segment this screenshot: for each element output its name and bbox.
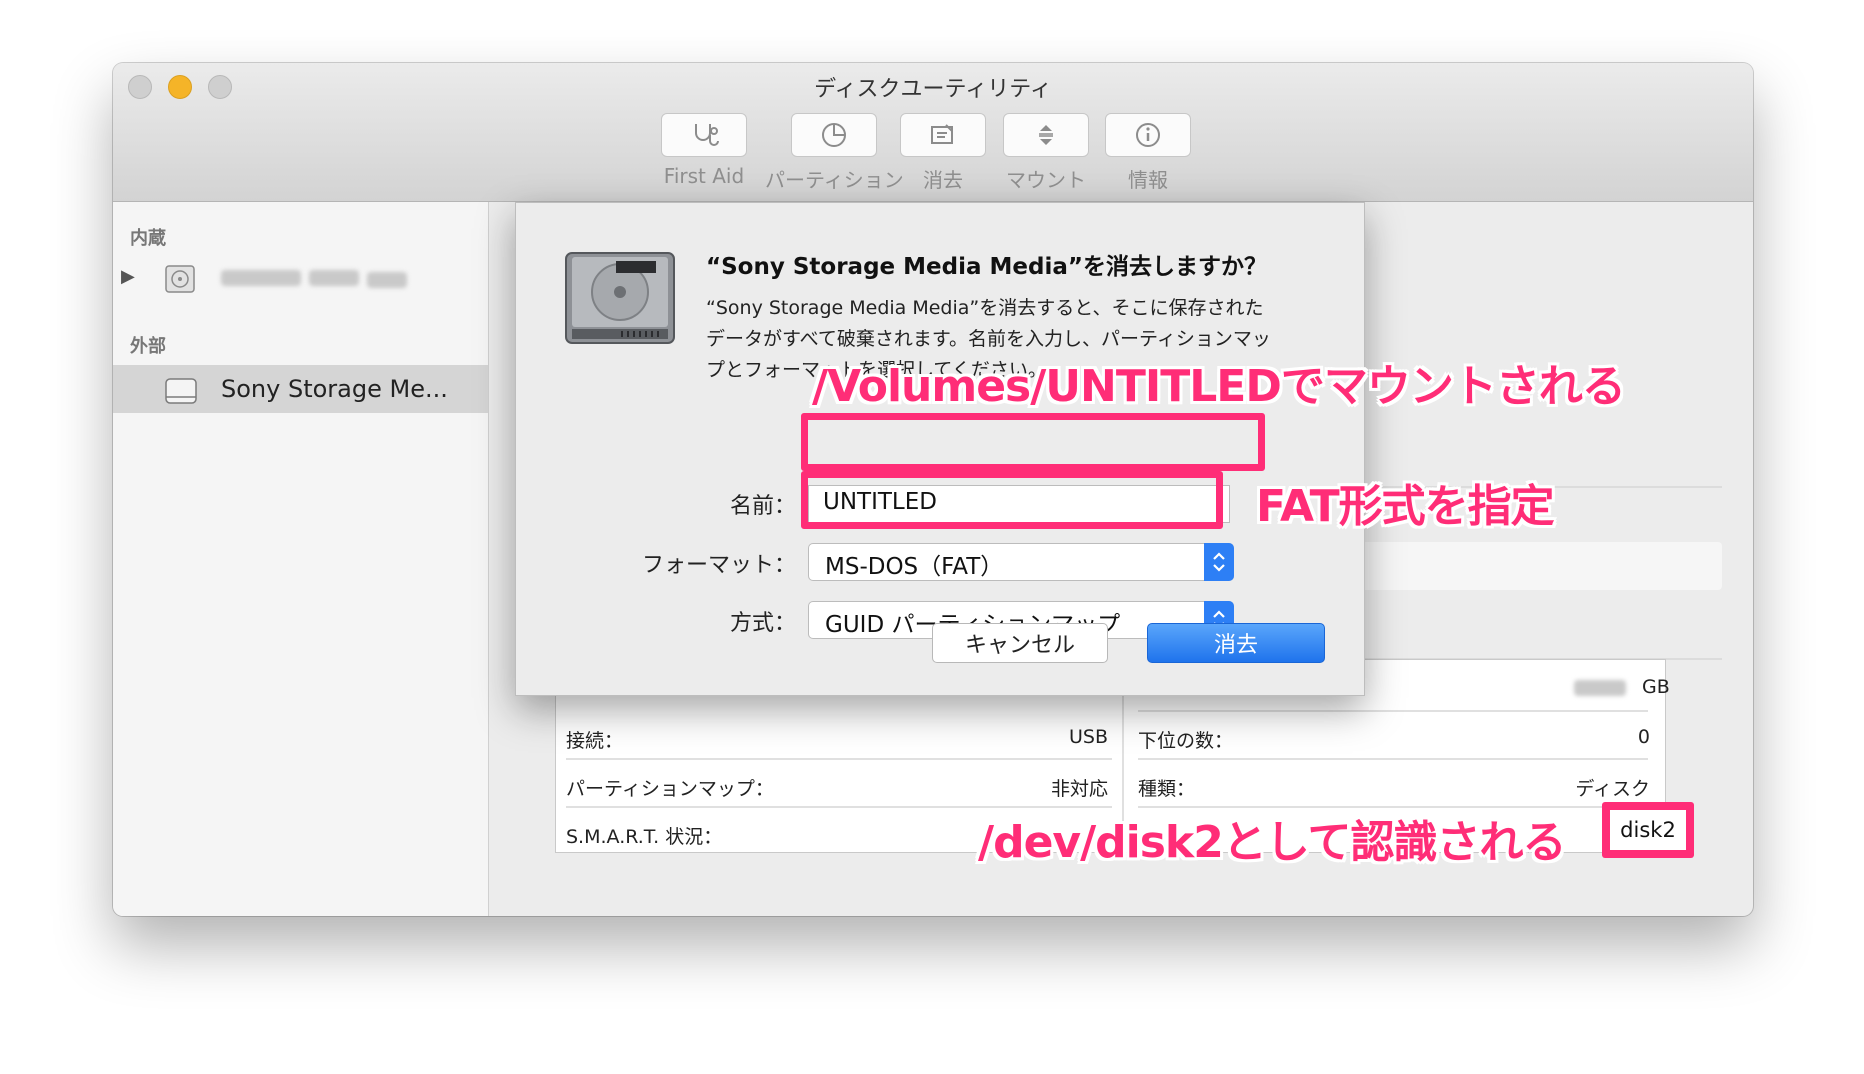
connection-label: 接続：: [566, 730, 624, 752]
redacted-disk-name-3: [367, 272, 407, 288]
sidebar-item-label: Sony Storage Me...: [221, 375, 448, 403]
redacted-disk-name: [221, 270, 301, 286]
info-button[interactable]: [1105, 113, 1191, 157]
toolbar-info[interactable]: 情報: [1105, 113, 1191, 193]
toolbar-mount[interactable]: マウント: [1003, 113, 1089, 193]
name-label: 名前：: [729, 494, 796, 519]
row-divider: [1138, 758, 1648, 760]
first-aid-button[interactable]: [661, 113, 747, 157]
partition-map-label: パーティションマップ：: [566, 778, 774, 800]
redacted-capacity: [1574, 680, 1626, 696]
format-annotation: FAT形式を指定: [1256, 481, 1555, 532]
format-field-highlight: [801, 471, 1223, 529]
device-id-highlight: disk2: [1602, 802, 1694, 858]
toolbar-erase[interactable]: 消去: [900, 113, 986, 193]
type-label: 種類：: [1138, 778, 1196, 800]
pie-chart-icon: [822, 123, 847, 147]
type-value: ディスク: [1575, 778, 1650, 800]
sidebar: 内蔵 ▶ 外部 Sony Storage Me...: [113, 202, 489, 916]
hard-drive-icon: [565, 252, 675, 344]
internal-drive-icon: [165, 265, 195, 293]
erase-button[interactable]: 消去: [1147, 623, 1325, 663]
redacted-disk-name-2: [309, 270, 359, 286]
format-label: フォーマット：: [641, 553, 796, 578]
connection-value: USB: [1068, 726, 1108, 748]
row-divider: [566, 758, 1112, 760]
mount-annotation: /Volumes/UNTITLEDでマウントされる: [812, 361, 1626, 412]
stethoscope-icon: [695, 124, 719, 146]
sidebar-heading-external: 外部: [130, 336, 166, 357]
sidebar-item-internal-disk[interactable]: ▶: [113, 254, 488, 302]
pencil-eraser-icon: [931, 124, 953, 144]
sidebar-item-sony-storage[interactable]: Sony Storage Me...: [113, 365, 488, 413]
toolbar-partition[interactable]: パーティション: [765, 113, 904, 193]
titlebar: ディスクユーティリティ First Aid パーティション 消去 マウント 情報: [113, 63, 1753, 202]
scheme-label: 方式：: [729, 611, 796, 636]
dialog-message-line-1: “Sony Storage Media Media”を消去すると、そこに保存され…: [706, 297, 1264, 319]
mount-arrows-icon: [1039, 125, 1053, 145]
mount-button[interactable]: [1003, 113, 1089, 157]
window-title: ディスクユーティリティ: [814, 77, 1052, 102]
erase-label: 消去: [923, 168, 963, 192]
smart-label: S.M.A.R.T. 状況：: [566, 826, 723, 848]
erase-toolbar-button[interactable]: [900, 113, 986, 157]
format-select-value: MS-DOS（FAT）: [825, 554, 1004, 580]
chevron-updown-icon: [1204, 543, 1234, 581]
disclosure-triangle-icon[interactable]: ▶: [121, 266, 135, 287]
mount-label: マウント: [1006, 168, 1086, 192]
dialog-title: “Sony Storage Media Media”を消去しますか？: [706, 254, 1267, 280]
sidebar-heading-internal: 内蔵: [130, 228, 166, 249]
partition-label: パーティション: [765, 168, 904, 192]
name-field-highlight: [801, 413, 1265, 471]
partition-button[interactable]: [791, 113, 878, 157]
format-select[interactable]: MS-DOS（FAT）: [808, 543, 1234, 581]
toolbar-first-aid[interactable]: First Aid: [661, 113, 747, 188]
first-aid-label: First Aid: [663, 164, 745, 188]
capacity-unit: GB: [1642, 676, 1670, 698]
partition-map-value: 非対応: [1050, 778, 1108, 800]
device-id-value: disk2: [1610, 810, 1686, 850]
children-label: 下位の数：: [1138, 730, 1234, 752]
device-annotation: /dev/disk2として認識される: [978, 817, 1566, 868]
cancel-button[interactable]: キャンセル: [932, 623, 1108, 663]
usage-bar: [1332, 542, 1722, 590]
row-divider: [1138, 710, 1648, 712]
info-icon: [1136, 123, 1160, 147]
info-label: 情報: [1128, 168, 1168, 192]
children-value: 0: [1637, 726, 1650, 748]
external-drive-icon: [165, 378, 197, 404]
